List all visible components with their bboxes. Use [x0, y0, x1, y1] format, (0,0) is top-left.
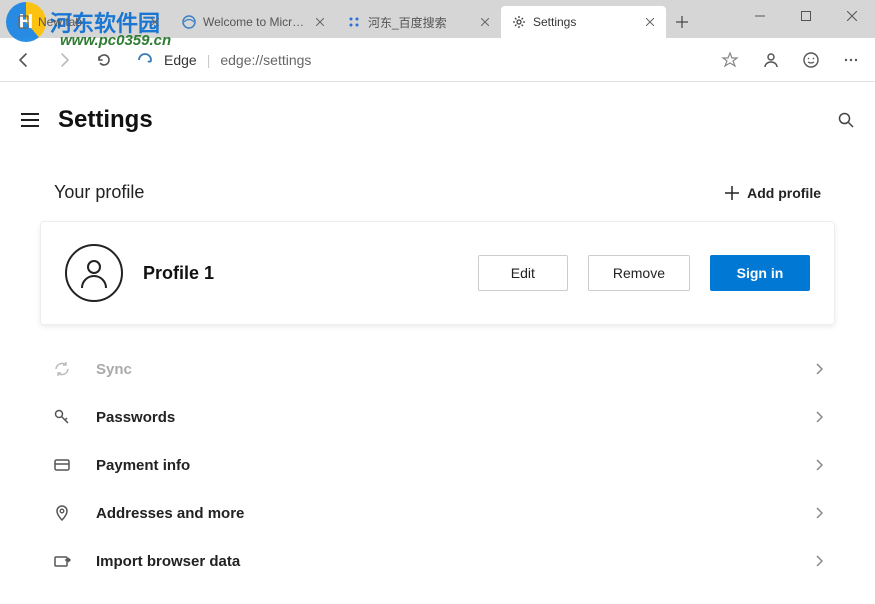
- menu-label: Passwords: [96, 409, 791, 426]
- menu-item-passwords[interactable]: Passwords: [40, 393, 835, 441]
- edge-icon: [181, 14, 197, 30]
- close-icon[interactable]: [312, 14, 328, 30]
- menu-item-sync[interactable]: Sync: [40, 345, 835, 393]
- feedback-button[interactable]: [793, 42, 829, 78]
- address-divider: |: [207, 52, 211, 68]
- settings-header: Settings: [0, 82, 875, 152]
- url-text: edge://settings: [220, 52, 311, 68]
- chevron-right-icon: [815, 363, 823, 375]
- add-profile-button[interactable]: Add profile: [725, 185, 821, 201]
- close-button[interactable]: [829, 0, 875, 32]
- chevron-right-icon: [815, 507, 823, 519]
- refresh-button[interactable]: [86, 42, 122, 78]
- new-tab-button[interactable]: [666, 6, 698, 38]
- search-button[interactable]: [837, 111, 855, 129]
- avatar: [65, 244, 123, 302]
- settings-content: Settings Your profile Add profile Profil…: [0, 82, 875, 604]
- page-icon: [16, 14, 32, 30]
- tab-title: 河东_百度搜索: [368, 14, 471, 31]
- edit-button[interactable]: Edit: [478, 255, 568, 291]
- minimize-button[interactable]: [737, 0, 783, 32]
- more-button[interactable]: [833, 42, 869, 78]
- back-button[interactable]: [6, 42, 42, 78]
- settings-menu: Sync Passwords Payment info Addresses an…: [40, 345, 835, 585]
- profile-button[interactable]: [753, 42, 789, 78]
- address-bar[interactable]: Edge | edge://settings: [126, 44, 749, 76]
- chevron-right-icon: [815, 459, 823, 471]
- close-icon[interactable]: [477, 14, 493, 30]
- tab-title: New tab: [38, 15, 141, 29]
- menu-item-payment[interactable]: Payment info: [40, 441, 835, 489]
- remove-button[interactable]: Remove: [588, 255, 690, 291]
- tab-settings[interactable]: Settings: [501, 6, 666, 38]
- maximize-button[interactable]: [783, 0, 829, 32]
- close-icon[interactable]: [642, 14, 658, 30]
- baidu-icon: [346, 14, 362, 30]
- section-title: Your profile: [54, 182, 144, 203]
- plus-icon: [725, 186, 739, 200]
- import-icon: [52, 551, 72, 571]
- pin-icon: [52, 503, 72, 523]
- site-label: Edge: [164, 52, 197, 68]
- forward-button[interactable]: [46, 42, 82, 78]
- menu-label: Payment info: [96, 457, 791, 474]
- window-controls: [737, 0, 875, 32]
- menu-item-import[interactable]: Import browser data: [40, 537, 835, 585]
- edge-icon: [136, 51, 154, 69]
- menu-label: Sync: [96, 361, 791, 378]
- tab-title: Welcome to Micro...: [203, 15, 306, 29]
- menu-item-addresses[interactable]: Addresses and more: [40, 489, 835, 537]
- profile-name: Profile 1: [143, 263, 458, 284]
- page-title: Settings: [58, 106, 153, 134]
- tab-new-tab[interactable]: New tab: [6, 6, 171, 38]
- add-profile-label: Add profile: [747, 185, 821, 201]
- toolbar: Edge | edge://settings: [0, 38, 875, 82]
- profile-section: Your profile Add profile Profile 1 Edit …: [0, 152, 875, 604]
- chevron-right-icon: [815, 411, 823, 423]
- menu-label: Addresses and more: [96, 505, 791, 522]
- gear-icon: [511, 14, 527, 30]
- sync-icon: [52, 359, 72, 379]
- profile-card: Profile 1 Edit Remove Sign in: [40, 221, 835, 325]
- favorite-star-icon[interactable]: [721, 51, 739, 69]
- card-icon: [52, 455, 72, 475]
- key-icon: [52, 407, 72, 427]
- close-icon[interactable]: [147, 14, 163, 30]
- tab-baidu[interactable]: 河东_百度搜索: [336, 6, 501, 38]
- menu-label: Import browser data: [96, 553, 791, 570]
- section-head: Your profile Add profile: [40, 152, 835, 221]
- tab-title: Settings: [533, 15, 636, 29]
- signin-button[interactable]: Sign in: [710, 255, 810, 291]
- chevron-right-icon: [815, 555, 823, 567]
- tab-welcome[interactable]: Welcome to Micro...: [171, 6, 336, 38]
- menu-button[interactable]: [20, 113, 40, 127]
